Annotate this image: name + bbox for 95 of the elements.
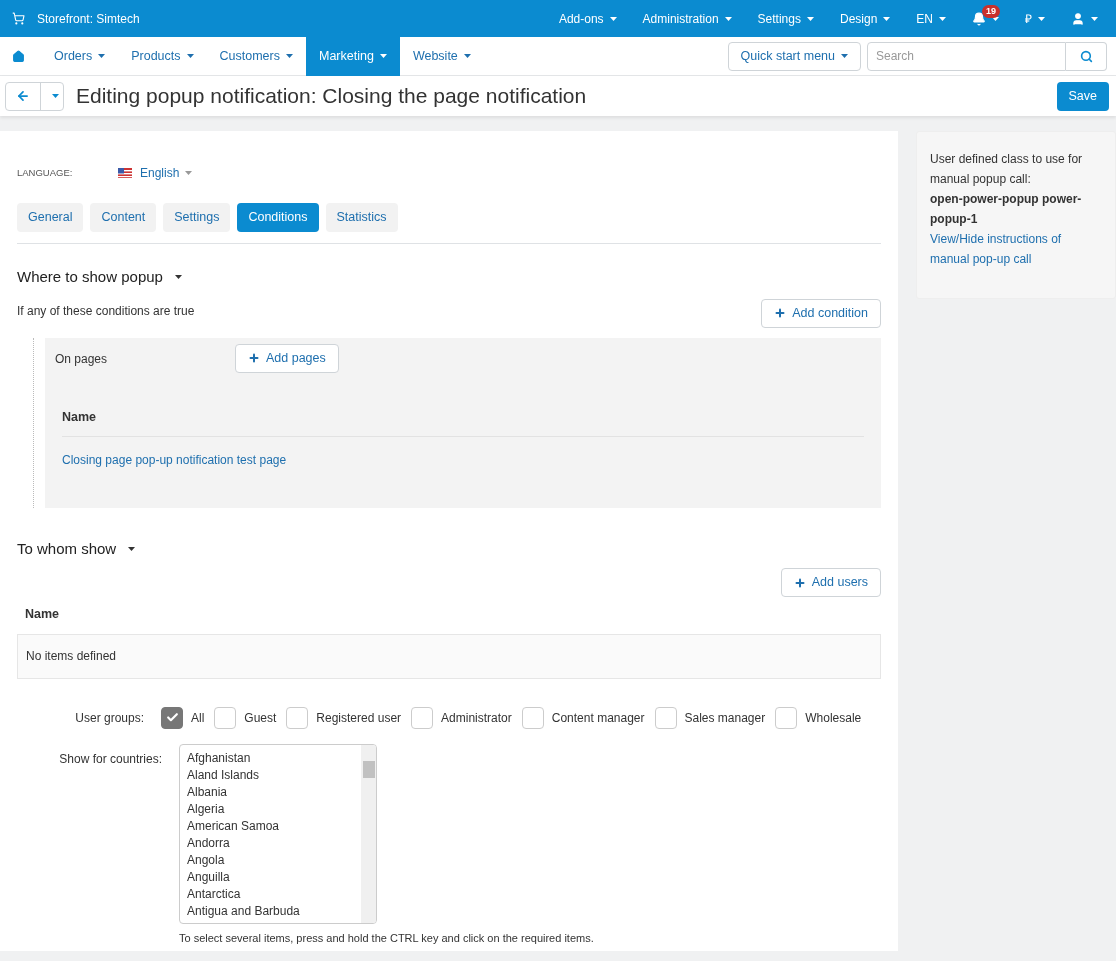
quick-start-menu[interactable]: Quick start menu <box>727 41 861 71</box>
nav-tab[interactable]: Customers <box>206 36 306 76</box>
top-menu-item[interactable]: EN <box>903 9 959 28</box>
checkbox-label: Wholesale <box>805 709 862 727</box>
caret-icon <box>286 54 293 58</box>
caret-icon <box>1038 16 1045 21</box>
country-option[interactable]: Afghanistan <box>187 749 354 767</box>
nav-tab[interactable]: Orders <box>41 36 119 76</box>
search-icon <box>1079 49 1093 63</box>
country-option[interactable]: Albania <box>187 783 354 801</box>
page-link[interactable]: Closing page pop-up notification test page <box>62 451 864 470</box>
flag-icon <box>118 168 132 178</box>
store-link[interactable]: Storefront: Simtech <box>37 9 140 28</box>
country-option[interactable]: Antarctica <box>187 885 354 903</box>
plus-icon <box>248 352 260 364</box>
country-option[interactable]: Andorra <box>187 834 354 852</box>
column-header: Name <box>62 407 864 438</box>
info-text: User defined class to use for manual popup call: <box>930 151 1084 188</box>
tab[interactable]: Statistics <box>325 203 398 232</box>
caret-icon <box>806 16 814 21</box>
user-groups-label: User groups: <box>74 709 145 727</box>
caret-icon <box>841 54 848 58</box>
checkbox[interactable] <box>411 706 434 729</box>
caret-icon <box>98 54 106 58</box>
top-menu-item[interactable]: Administration <box>629 9 745 28</box>
checkbox-label: Guest <box>244 709 277 727</box>
caret-icon <box>379 54 387 58</box>
tab[interactable]: Content <box>90 203 157 232</box>
tab[interactable]: Settings <box>163 203 231 232</box>
caret-icon <box>51 94 59 98</box>
user-icon[interactable] <box>1071 11 1085 26</box>
nav-tab[interactable]: Marketing <box>306 36 400 76</box>
plus-icon <box>774 307 787 319</box>
caret-icon <box>186 54 194 58</box>
add-condition-button[interactable]: Add condition <box>761 298 881 328</box>
country-option[interactable]: Aland Islands <box>187 766 354 784</box>
tab[interactable]: General <box>17 203 84 232</box>
nav-tab[interactable]: Products <box>118 36 207 76</box>
conditions-note: If any of these conditions are true <box>17 302 195 320</box>
checkbox[interactable] <box>775 706 798 729</box>
country-option[interactable]: Antigua and Barbuda <box>187 902 354 920</box>
language-label: LANGUAGE: <box>17 165 74 180</box>
checkbox-label: Sales manager <box>684 709 766 727</box>
top-menu-item[interactable]: Settings <box>744 9 827 28</box>
country-option[interactable]: Angola <box>187 851 354 869</box>
top-menu-item[interactable]: Design <box>826 9 904 28</box>
caret-icon <box>463 54 471 58</box>
caret-icon <box>992 16 999 21</box>
search-field[interactable]: Search <box>867 41 1066 71</box>
class-name: open-power-popup power-popup-1 <box>930 191 1083 228</box>
checkbox[interactable] <box>214 706 237 729</box>
caret-icon <box>174 275 182 280</box>
page-title: Editing popup notification: Closing the page notification <box>76 83 587 110</box>
currency-menu[interactable]: ₽ <box>1012 9 1058 28</box>
plus-icon <box>793 576 806 589</box>
condition-label: On pages <box>55 350 109 368</box>
add-users-button[interactable]: Add users <box>780 568 881 597</box>
country-option[interactable]: Anguilla <box>187 868 354 886</box>
checkbox-label: Content manager <box>551 709 645 727</box>
scrollbar[interactable] <box>361 744 376 923</box>
column-header: Name <box>24 606 61 623</box>
home-icon[interactable] <box>12 49 25 63</box>
add-pages-button[interactable]: Add pages <box>235 343 339 373</box>
tab[interactable]: Conditions <box>237 203 319 232</box>
empty-message: No items defined <box>26 648 117 666</box>
cart-icon <box>12 12 25 25</box>
save-button[interactable]: Save <box>1056 81 1109 111</box>
caret-icon <box>883 16 891 21</box>
section-title: To whom show <box>17 537 881 560</box>
notification-badge: 19 <box>982 4 1000 18</box>
countries-label: Show for countries: <box>58 750 163 768</box>
language-dropdown[interactable]: English <box>140 164 193 182</box>
checkbox-label: All <box>191 709 205 727</box>
checkbox[interactable] <box>161 706 183 729</box>
checkbox[interactable] <box>654 706 677 729</box>
caret-icon <box>1091 16 1098 21</box>
checkbox[interactable] <box>286 706 309 729</box>
nav-tab[interactable]: Website <box>399 36 484 76</box>
caret-icon <box>609 16 617 21</box>
countries-hint: To select several items, press and hold the CTRL key and click on the required items. <box>179 930 594 946</box>
checkbox-label: Administrator <box>441 709 512 727</box>
country-option[interactable]: American Samoa <box>187 817 354 835</box>
countries-list[interactable]: Afghanistan Aland Islands Albania Algeria American Samoa Andorra Angola Anguilla Antarctica Antigua and Barbuda <box>179 743 377 924</box>
bell-icon[interactable] <box>972 11 986 26</box>
caret-icon <box>939 16 946 21</box>
country-option[interactable]: Algeria <box>187 800 354 818</box>
caret-icon <box>128 546 136 551</box>
instructions-link[interactable]: View/Hide instructions of manual pop-up call <box>930 229 1102 269</box>
search-button[interactable] <box>1066 41 1107 71</box>
caret-icon <box>185 171 193 175</box>
checkbox-label: Registered user <box>316 709 402 727</box>
top-menu-item[interactable]: Add-ons <box>545 9 630 28</box>
caret-icon <box>724 16 732 21</box>
checkbox[interactable] <box>521 706 544 729</box>
section-title: Where to show popup <box>17 266 881 289</box>
